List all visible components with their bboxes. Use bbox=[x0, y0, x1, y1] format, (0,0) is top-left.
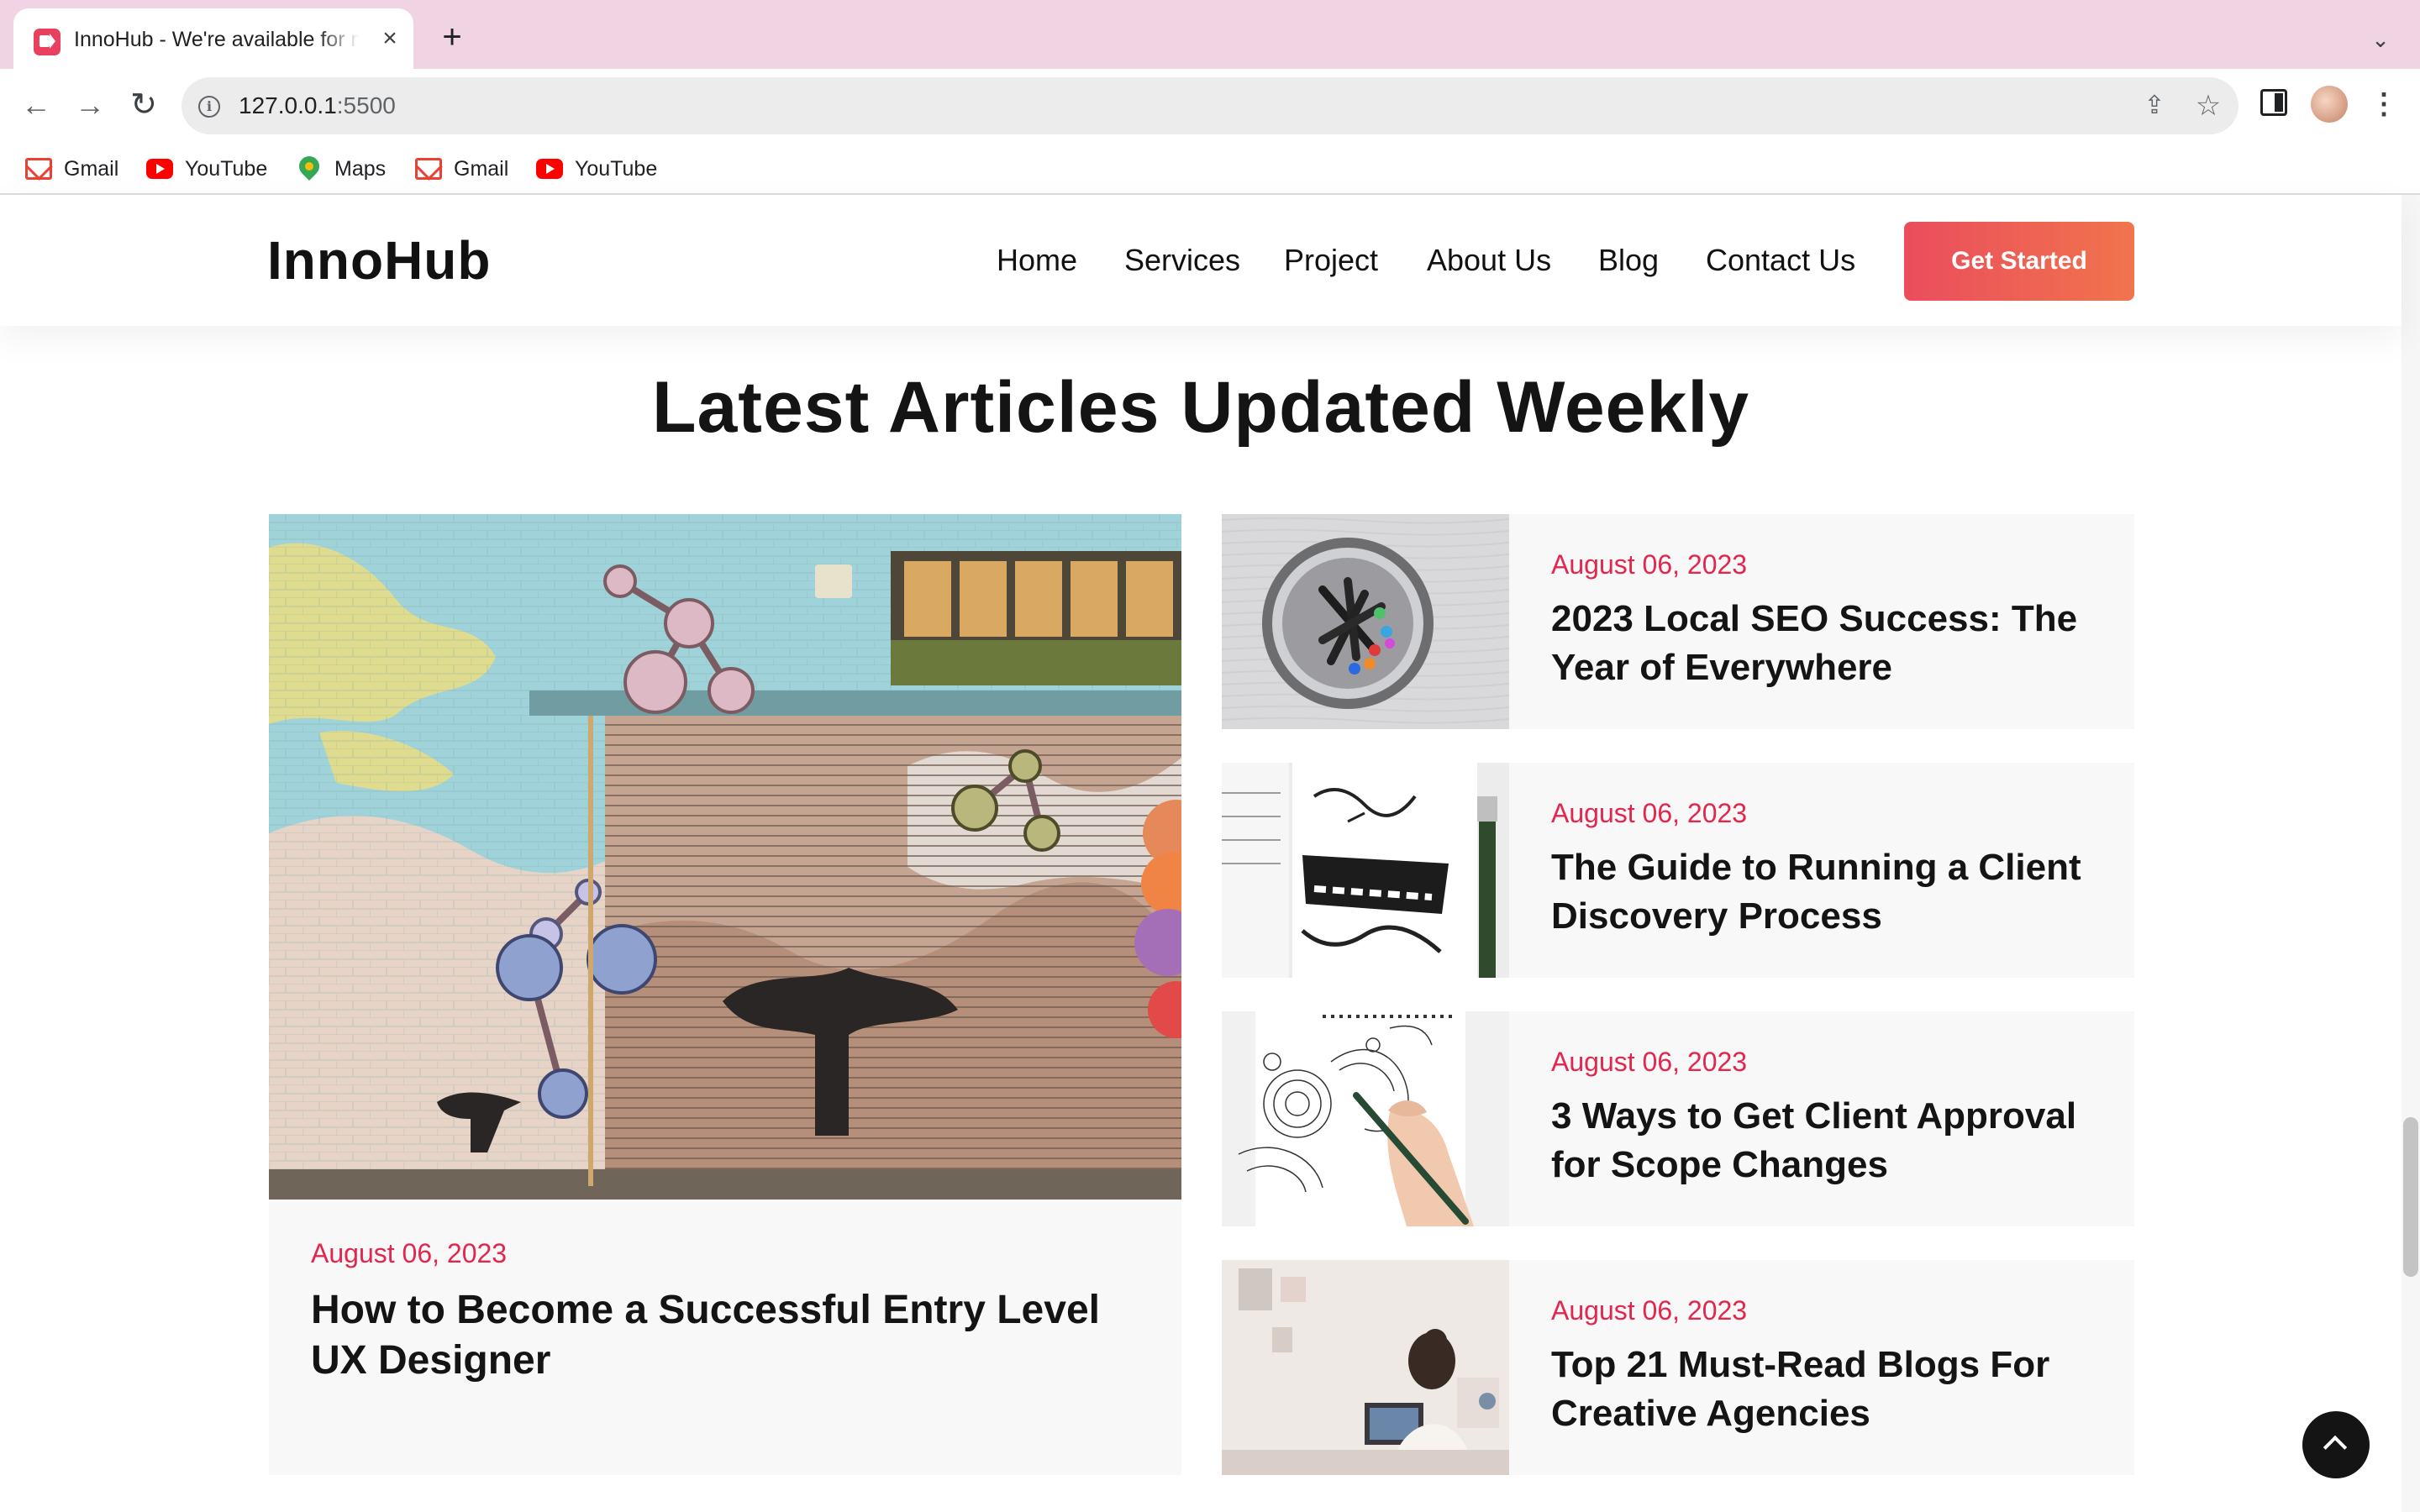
address-bar[interactable]: i 127.0.0.1:5500 ⇪ ☆ bbox=[182, 77, 2238, 134]
url-text[interactable]: 127.0.0.1:5500 bbox=[239, 91, 396, 121]
section-title: Latest Articles Updated Weekly bbox=[651, 367, 1750, 448]
article-card[interactable]: August 06, 2023 3 Ways to Get Client App… bbox=[1222, 1011, 2134, 1226]
share-icon[interactable]: ⇪ bbox=[2138, 89, 2171, 123]
nav-home[interactable]: Home bbox=[997, 237, 1077, 284]
tab-title: InnoHub - We're available for n bbox=[74, 25, 360, 54]
bookmark-label: Gmail bbox=[454, 157, 509, 181]
url-port: :5500 bbox=[336, 92, 396, 118]
site-header: InnoHub Home Services Project About Us B… bbox=[0, 195, 2402, 326]
bookmark-star-icon[interactable]: ☆ bbox=[2191, 89, 2225, 123]
article-date: August 06, 2023 bbox=[1551, 1295, 1748, 1326]
nav-about-us[interactable]: About Us bbox=[1427, 237, 1551, 284]
woman-at-desk-image[interactable] bbox=[1222, 1260, 1509, 1475]
nav-blog[interactable]: Blog bbox=[1598, 237, 1659, 284]
kebab-menu-icon[interactable]: ⋮ bbox=[2370, 86, 2398, 123]
article-date: August 06, 2023 bbox=[311, 1238, 508, 1268]
browser-tab[interactable]: InnoHub - We're available for n × bbox=[13, 8, 413, 69]
doodle-illustration bbox=[1222, 1011, 1509, 1226]
article-title-link[interactable]: How to Become a Successful Entry Level U… bbox=[311, 1285, 1151, 1386]
graffiti-mural-image[interactable] bbox=[269, 514, 1181, 1200]
site-info-icon[interactable]: i bbox=[198, 96, 220, 118]
page-scrollbar-thumb[interactable] bbox=[2403, 1117, 2418, 1277]
bookmark-label: Maps bbox=[334, 157, 387, 181]
side-panel-icon[interactable] bbox=[2260, 89, 2287, 116]
forward-arrow-icon[interactable]: → bbox=[69, 84, 111, 126]
bookmark-gmail[interactable]: Gmail bbox=[415, 153, 516, 185]
bookmark-label: YouTube bbox=[575, 157, 658, 181]
article-card[interactable]: August 06, 2023 Top 21 Must-Read Blogs F… bbox=[1222, 1260, 2134, 1475]
woman-desk-illustration bbox=[1222, 1260, 1509, 1475]
youtube-icon bbox=[146, 159, 173, 179]
doodle-drawing-image[interactable] bbox=[1222, 1011, 1509, 1226]
site-favicon-icon bbox=[34, 29, 60, 55]
profile-avatar[interactable] bbox=[2311, 86, 2348, 123]
youtube-icon bbox=[536, 159, 563, 179]
article-card[interactable]: August 06, 2023 2023 Local SEO Success: … bbox=[1222, 514, 2134, 729]
nav-contact-us[interactable]: Contact Us bbox=[1706, 237, 1855, 284]
notebook-illustration bbox=[1222, 763, 1509, 978]
fresh-start-notebook-image[interactable] bbox=[1222, 763, 1509, 978]
nav-services[interactable]: Services bbox=[1124, 237, 1240, 284]
graffiti-mural-illustration bbox=[269, 514, 1181, 1200]
featured-article-card[interactable]: August 06, 2023 How to Become a Successf… bbox=[269, 514, 1181, 1475]
scroll-to-top-button[interactable] bbox=[2302, 1411, 2370, 1478]
reload-icon[interactable]: ↻ bbox=[123, 84, 165, 126]
bookmark-youtube[interactable]: YouTube bbox=[146, 153, 272, 185]
back-arrow-icon[interactable]: ← bbox=[15, 84, 57, 126]
page-scrollbar-track[interactable] bbox=[2402, 195, 2420, 1512]
pens-cup-image[interactable] bbox=[1222, 514, 1509, 729]
article-title-link[interactable]: Top 21 Must-Read Blogs For Creative Agen… bbox=[1551, 1341, 2106, 1438]
bookmarks-bar: Gmail YouTube Maps Gmail YouTube bbox=[0, 143, 2420, 195]
bookmark-youtube[interactable]: YouTube bbox=[536, 153, 662, 185]
chevron-up-icon bbox=[2323, 1435, 2348, 1460]
pens-cup-illustration bbox=[1222, 514, 1509, 729]
close-tab-icon[interactable]: × bbox=[376, 25, 403, 52]
gmail-icon bbox=[25, 158, 52, 180]
gmail-icon bbox=[415, 158, 442, 180]
browser-tabstrip: InnoHub - We're available for n × + ⌄ bbox=[0, 0, 2420, 69]
new-tab-icon[interactable]: + bbox=[435, 20, 469, 54]
tab-search-chevron-icon[interactable]: ⌄ bbox=[2366, 25, 2395, 54]
browser-toolbar: ← → ↻ i 127.0.0.1:5500 ⇪ ☆ ⋮ bbox=[0, 69, 2420, 143]
bookmark-label: YouTube bbox=[185, 157, 268, 181]
article-date: August 06, 2023 bbox=[1551, 1047, 1748, 1077]
bookmark-gmail[interactable]: Gmail bbox=[25, 153, 126, 185]
bookmark-maps[interactable]: Maps bbox=[295, 152, 390, 185]
article-card[interactable]: August 06, 2023 The Guide to Running a C… bbox=[1222, 763, 2134, 978]
url-host: 127.0.0.1 bbox=[239, 92, 337, 118]
bookmark-label: Gmail bbox=[64, 157, 119, 181]
get-started-button[interactable]: Get Started bbox=[1904, 222, 2134, 301]
article-title-link[interactable]: 2023 Local SEO Success: The Year of Ever… bbox=[1551, 595, 2106, 692]
article-date: August 06, 2023 bbox=[1551, 549, 1748, 580]
site-logo[interactable]: InnoHub bbox=[267, 228, 491, 292]
article-date: August 06, 2023 bbox=[1551, 798, 1748, 828]
article-title-link[interactable]: The Guide to Running a Client Discovery … bbox=[1551, 843, 2106, 941]
maps-icon bbox=[295, 152, 324, 181]
article-title-link[interactable]: 3 Ways to Get Client Approval for Scope … bbox=[1551, 1092, 2106, 1189]
nav-project[interactable]: Project bbox=[1284, 237, 1378, 284]
